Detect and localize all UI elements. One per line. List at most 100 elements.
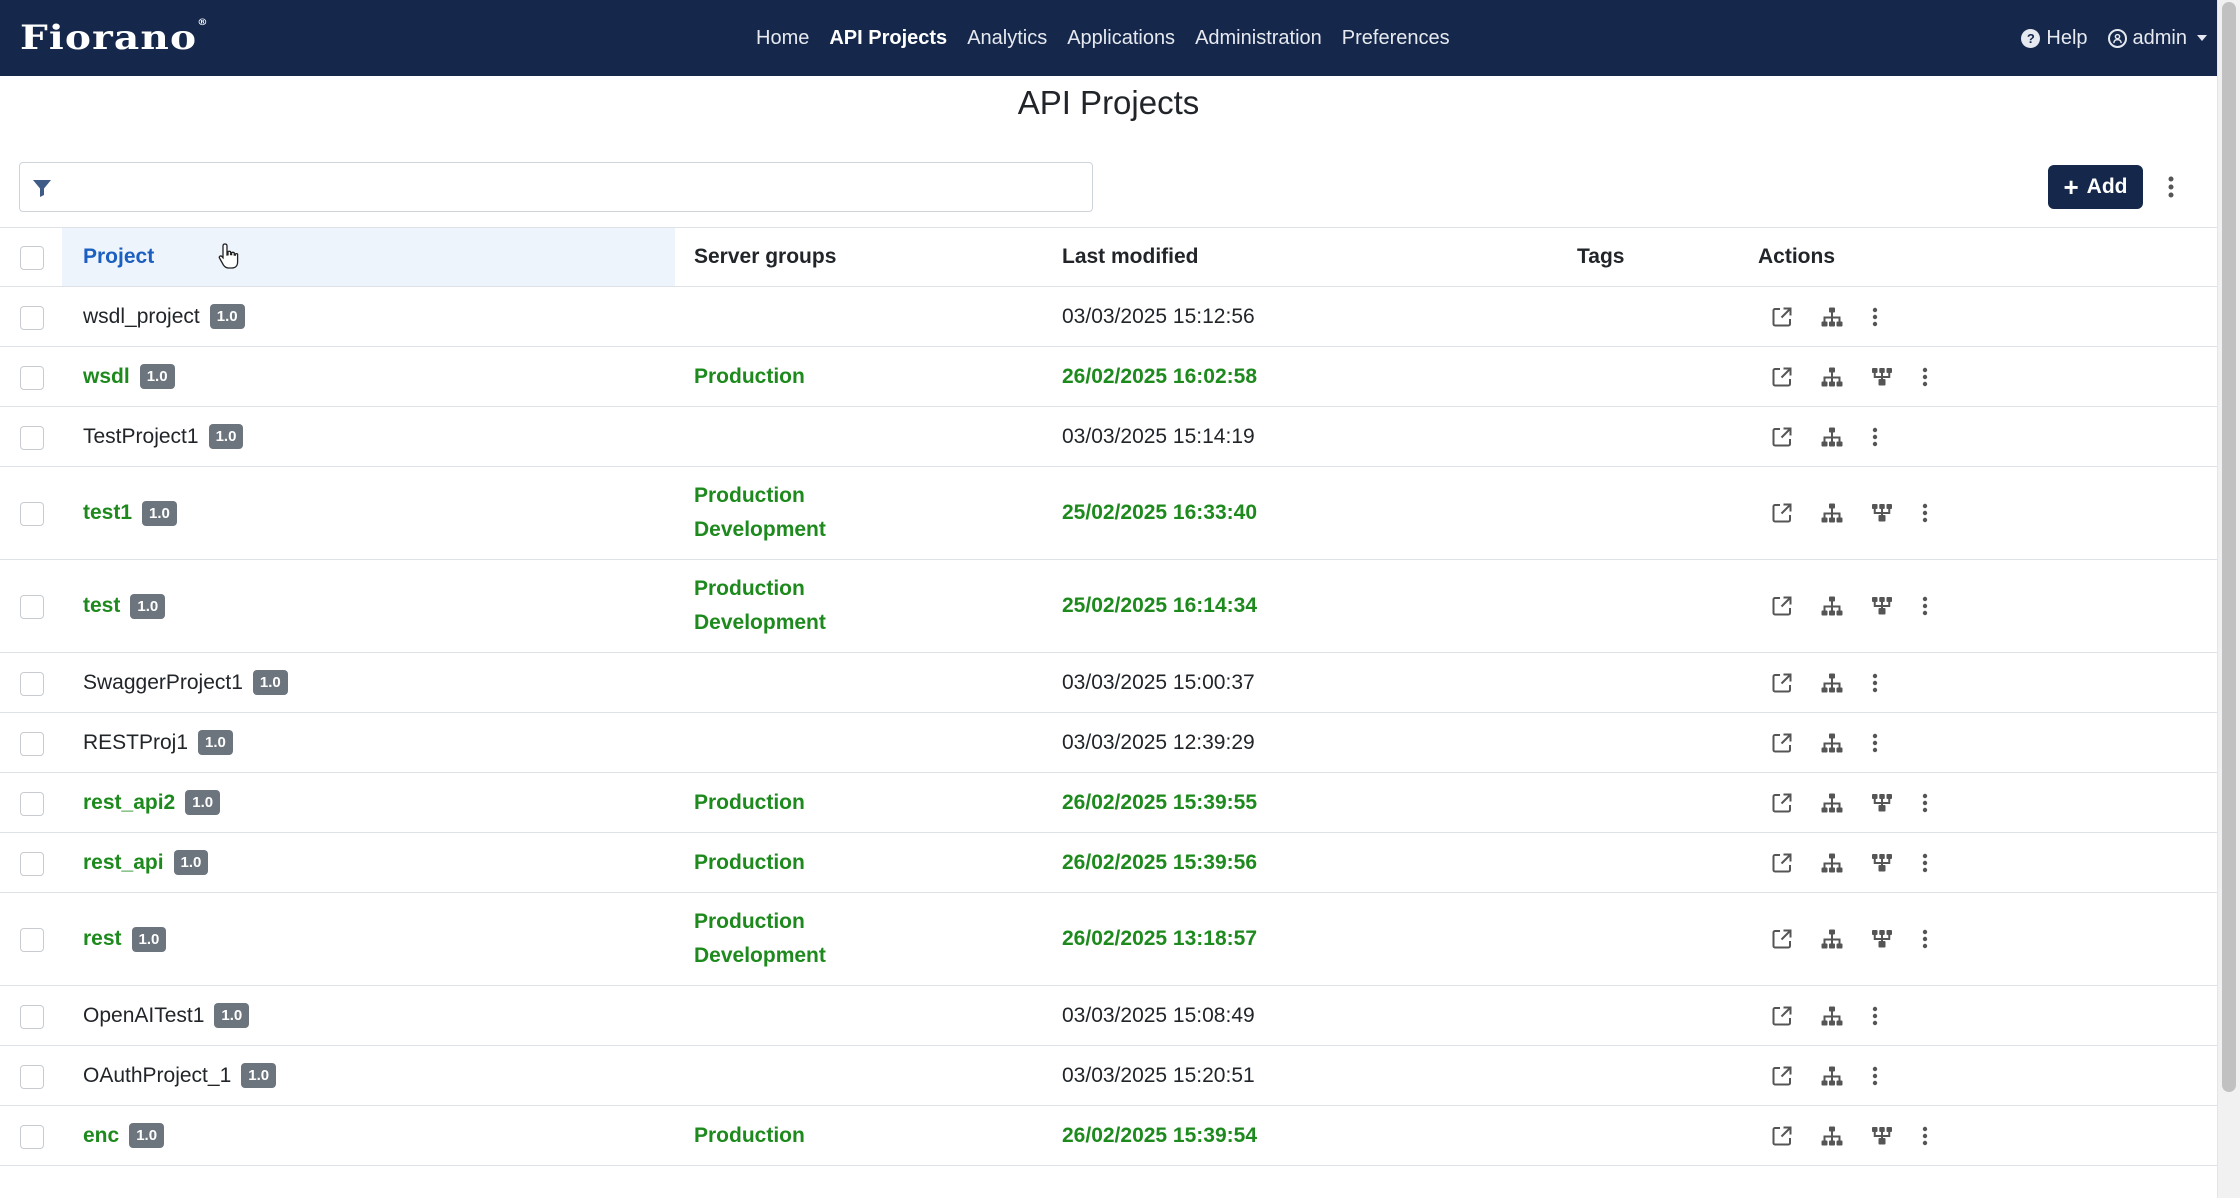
deploy-tree-icon[interactable] bbox=[1870, 501, 1894, 525]
select-all-checkbox[interactable] bbox=[20, 246, 44, 270]
deploy-tree-icon[interactable] bbox=[1870, 365, 1894, 389]
row-checkbox[interactable] bbox=[20, 1124, 44, 1149]
row-checkbox[interactable] bbox=[20, 1004, 44, 1029]
project-name-link[interactable]: wsdl bbox=[83, 365, 130, 389]
row-checkbox[interactable] bbox=[20, 425, 44, 450]
sitemap-icon[interactable] bbox=[1820, 425, 1844, 449]
external-link-icon[interactable] bbox=[1770, 731, 1794, 755]
external-link-icon[interactable] bbox=[1770, 305, 1794, 329]
row-checkbox[interactable] bbox=[20, 502, 44, 526]
table-row[interactable]: RESTProj1 1.0 03/03/2025 12:39:29 bbox=[0, 713, 2217, 773]
table-row[interactable]: enc 1.0 Production 26/02/2025 15:39:54 bbox=[0, 1106, 2217, 1166]
table-row[interactable]: wsdl_project 1.0 03/03/2025 15:12:56 bbox=[0, 287, 2217, 347]
project-name-link[interactable]: test1 bbox=[83, 501, 132, 525]
more-vertical-icon[interactable] bbox=[1920, 791, 1930, 815]
filter-box[interactable] bbox=[19, 162, 1093, 212]
table-row[interactable]: wsdl 1.0 Production 26/02/2025 16:02:58 bbox=[0, 347, 2217, 407]
more-vertical-icon[interactable] bbox=[1870, 1004, 1880, 1028]
more-vertical-icon[interactable] bbox=[1870, 305, 1880, 329]
row-checkbox[interactable] bbox=[20, 671, 44, 696]
deploy-tree-icon[interactable] bbox=[1870, 791, 1894, 815]
scrollbar-thumb[interactable] bbox=[2222, 2, 2236, 1092]
sitemap-icon[interactable] bbox=[1820, 1124, 1844, 1148]
external-link-icon[interactable] bbox=[1770, 1064, 1794, 1088]
column-header-last-modified[interactable]: Last modified bbox=[1062, 228, 1199, 286]
nav-link-api-projects[interactable]: API Projects bbox=[829, 27, 947, 50]
column-header-tags[interactable]: Tags bbox=[1577, 228, 1624, 286]
external-link-icon[interactable] bbox=[1770, 1124, 1794, 1148]
row-checkbox[interactable] bbox=[20, 365, 44, 390]
project-name-link[interactable]: RESTProj1 bbox=[83, 731, 188, 755]
row-checkbox[interactable] bbox=[20, 791, 44, 816]
more-vertical-icon[interactable] bbox=[1920, 927, 1930, 951]
row-checkbox[interactable] bbox=[20, 851, 44, 876]
external-link-icon[interactable] bbox=[1770, 851, 1794, 875]
project-name-link[interactable]: test bbox=[83, 594, 120, 618]
table-row[interactable]: TestProject1 1.0 03/03/2025 15:14:19 bbox=[0, 407, 2217, 467]
row-checkbox[interactable] bbox=[20, 305, 44, 330]
sitemap-icon[interactable] bbox=[1820, 671, 1844, 695]
table-row[interactable]: rest_api 1.0 Production 26/02/2025 15:39… bbox=[0, 833, 2217, 893]
nav-link-administration[interactable]: Administration bbox=[1195, 27, 1322, 50]
project-name-link[interactable]: TestProject1 bbox=[83, 425, 199, 449]
row-checkbox[interactable] bbox=[20, 1064, 44, 1089]
more-vertical-icon[interactable] bbox=[1870, 1064, 1880, 1088]
external-link-icon[interactable] bbox=[1770, 501, 1794, 525]
external-link-icon[interactable] bbox=[1770, 425, 1794, 449]
column-header-server-groups[interactable]: Server groups bbox=[694, 228, 836, 286]
table-row[interactable]: OAuthProject_1 1.0 03/03/2025 15:20:51 bbox=[0, 1046, 2217, 1106]
project-name-link[interactable]: OAuthProject_1 bbox=[83, 1064, 231, 1088]
external-link-icon[interactable] bbox=[1770, 1004, 1794, 1028]
nav-link-applications[interactable]: Applications bbox=[1067, 27, 1175, 50]
more-vertical-icon[interactable] bbox=[1920, 851, 1930, 875]
row-checkbox[interactable] bbox=[20, 731, 44, 756]
table-row[interactable]: rest_api2 1.0 Production 26/02/2025 15:3… bbox=[0, 773, 2217, 833]
sitemap-icon[interactable] bbox=[1820, 305, 1844, 329]
column-header-project[interactable]: Project bbox=[62, 228, 675, 286]
deploy-tree-icon[interactable] bbox=[1870, 927, 1894, 951]
more-vertical-icon[interactable] bbox=[2164, 174, 2178, 200]
table-row[interactable]: rest 1.0 Production Development 26/02/202… bbox=[0, 893, 2217, 986]
sitemap-icon[interactable] bbox=[1820, 365, 1844, 389]
sitemap-icon[interactable] bbox=[1820, 1004, 1844, 1028]
project-name-link[interactable]: SwaggerProject1 bbox=[83, 671, 243, 695]
external-link-icon[interactable] bbox=[1770, 671, 1794, 695]
add-button[interactable]: + Add bbox=[2048, 165, 2143, 209]
project-name-link[interactable]: enc bbox=[83, 1124, 119, 1148]
sitemap-icon[interactable] bbox=[1820, 927, 1844, 951]
external-link-icon[interactable] bbox=[1770, 927, 1794, 951]
project-name-link[interactable]: wsdl_project bbox=[83, 305, 200, 329]
sitemap-icon[interactable] bbox=[1820, 594, 1844, 618]
deploy-tree-icon[interactable] bbox=[1870, 851, 1894, 875]
project-name-link[interactable]: rest_api bbox=[83, 851, 164, 875]
more-vertical-icon[interactable] bbox=[1870, 671, 1880, 695]
user-menu[interactable]: admin bbox=[2107, 27, 2207, 50]
more-vertical-icon[interactable] bbox=[1920, 1124, 1930, 1148]
brand-logo[interactable]: Fiorano® bbox=[20, 18, 209, 58]
project-name-link[interactable]: rest_api2 bbox=[83, 791, 175, 815]
more-vertical-icon[interactable] bbox=[1920, 501, 1930, 525]
external-link-icon[interactable] bbox=[1770, 594, 1794, 618]
project-name-link[interactable]: OpenAITest1 bbox=[83, 1004, 204, 1028]
vertical-scrollbar[interactable] bbox=[2217, 0, 2240, 1198]
table-row[interactable]: OpenAITest1 1.0 03/03/2025 15:08:49 bbox=[0, 986, 2217, 1046]
table-row[interactable]: SwaggerProject1 1.0 03/03/2025 15:00:37 bbox=[0, 653, 2217, 713]
sitemap-icon[interactable] bbox=[1820, 731, 1844, 755]
table-row[interactable]: test1 1.0 Production Development 25/02/20… bbox=[0, 467, 2217, 560]
table-row[interactable]: test 1.0 Production Development 25/02/202… bbox=[0, 560, 2217, 653]
sitemap-icon[interactable] bbox=[1820, 501, 1844, 525]
filter-input[interactable] bbox=[68, 169, 1078, 205]
more-vertical-icon[interactable] bbox=[1920, 365, 1930, 389]
row-checkbox[interactable] bbox=[20, 928, 44, 952]
row-checkbox[interactable] bbox=[20, 595, 44, 619]
external-link-icon[interactable] bbox=[1770, 791, 1794, 815]
deploy-tree-icon[interactable] bbox=[1870, 1124, 1894, 1148]
nav-link-analytics[interactable]: Analytics bbox=[967, 27, 1047, 50]
sitemap-icon[interactable] bbox=[1820, 1064, 1844, 1088]
external-link-icon[interactable] bbox=[1770, 365, 1794, 389]
more-vertical-icon[interactable] bbox=[1870, 731, 1880, 755]
sitemap-icon[interactable] bbox=[1820, 791, 1844, 815]
help-link[interactable]: ? Help bbox=[2021, 27, 2088, 50]
nav-link-preferences[interactable]: Preferences bbox=[1342, 27, 1450, 50]
project-name-link[interactable]: rest bbox=[83, 927, 122, 951]
